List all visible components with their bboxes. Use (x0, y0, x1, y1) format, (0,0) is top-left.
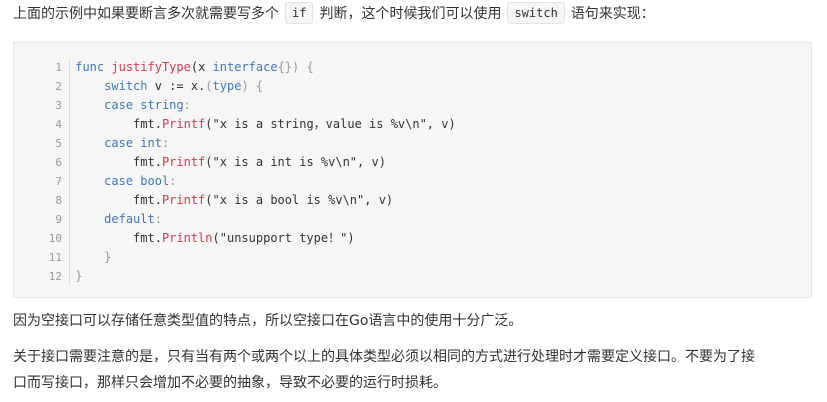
intro-paragraph: 上面的示例中如果要断言多次就需要写多个 if 判断，这个时候我们可以使用 switch… (13, 1, 655, 27)
intro-text-after: 语句来实现： (570, 6, 655, 22)
keyword: default (104, 212, 155, 226)
intro-text-middle: 判断，这个时候我们可以使用 (319, 6, 502, 22)
code-text: ("x is a bool is %v\n", v) (205, 193, 394, 207)
line-number: 7 (55, 175, 62, 188)
inline-code-switch: switch (507, 2, 565, 24)
keyword: func (75, 60, 105, 74)
code-text: ("unsupport type！") (212, 231, 355, 245)
line-number: 5 (55, 137, 62, 150)
function-name: Printf (161, 193, 206, 207)
code-line-5: case int: (68, 134, 456, 153)
line-number: 9 (55, 213, 62, 226)
line-number: 6 (55, 156, 62, 169)
type-name: string (133, 98, 184, 112)
keyword: case (104, 136, 134, 150)
paragraph-interface-note: 关于接口需要注意的是，只有当有两个或两个以上的具体类型必须以相同的方式进行处理时… (13, 344, 755, 396)
line-number: 2 (55, 80, 62, 93)
code-line-11: } (68, 248, 456, 267)
code-line-12: } (68, 267, 456, 286)
code-lines: func justifyType(x interface{}) { switch… (68, 58, 456, 286)
keyword: case (104, 174, 134, 188)
inline-code-if: if (285, 2, 314, 24)
punctuation: : (161, 136, 170, 150)
keyword: switch (104, 79, 148, 93)
punctuation: } (104, 250, 112, 264)
code-line-3: case string: (68, 96, 456, 115)
code-line-10: fmt.Println("unsupport type！") (68, 229, 456, 248)
type-name: bool (133, 174, 170, 188)
line-number: 1 (55, 61, 62, 74)
keyword: case (104, 98, 134, 112)
punctuation: : (154, 212, 162, 226)
code-block: 1 2 3 4 5 6 7 8 9 10 11 12 func justifyT… (13, 42, 812, 298)
package-name: fmt. (133, 155, 162, 169)
package-name: fmt. (133, 231, 162, 245)
function-name: Printf (161, 155, 206, 169)
punctuation: ( (205, 79, 213, 93)
paragraph-line: 口而写接口，那样只会增加不必要的抽象，导致不必要的运行时损耗。 (13, 375, 447, 391)
function-name: Printf (161, 117, 206, 131)
function-name: Println (161, 231, 213, 245)
line-number-gutter: 1 2 3 4 5 6 7 8 9 10 11 12 (14, 58, 62, 286)
code-line-2: switch v := x.(type) { (68, 77, 456, 96)
code-text: v := x. (147, 79, 206, 93)
code-line-6: fmt.Printf("x is a int is %v\n", v) (68, 153, 456, 172)
paragraph-empty-interface: 因为空接口可以存储任意类型值的特点，所以空接口在Go语言中的使用十分广泛。 (13, 313, 523, 329)
package-name: fmt. (133, 193, 162, 207)
code-text: ("x is a int is %v\n", v) (205, 155, 386, 169)
code-text: ("x is a string，value is %v\n", v) (205, 117, 456, 131)
punctuation: : (183, 98, 191, 112)
code-text: (x (190, 60, 213, 74)
line-number: 12 (48, 270, 62, 283)
line-number: 3 (55, 99, 62, 112)
punctuation: {}) { (277, 60, 314, 74)
line-number: 4 (55, 118, 62, 131)
type-name: int (133, 136, 162, 150)
punctuation: ) { (241, 79, 264, 93)
line-number: 10 (48, 232, 62, 245)
keyword: type (212, 79, 242, 93)
paragraph-line: 关于接口需要注意的是，只有当有两个或两个以上的具体类型必须以相同的方式进行处理时… (13, 349, 755, 365)
intro-text-before: 上面的示例中如果要断言多次就需要写多个 (13, 6, 279, 22)
package-name: fmt. (133, 117, 162, 131)
function-name: justifyType (111, 60, 191, 74)
code-line-8: fmt.Printf("x is a bool is %v\n", v) (68, 191, 456, 210)
code-line-4: fmt.Printf("x is a string，value is %v\n"… (68, 115, 456, 134)
code-line-1: func justifyType(x interface{}) { (68, 58, 456, 77)
keyword: interface (212, 60, 278, 74)
punctuation: : (169, 174, 177, 188)
code-line-9: default: (68, 210, 456, 229)
line-number: 11 (48, 251, 62, 264)
punctuation: } (75, 269, 83, 283)
line-number: 8 (55, 194, 62, 207)
code-line-7: case bool: (68, 172, 456, 191)
